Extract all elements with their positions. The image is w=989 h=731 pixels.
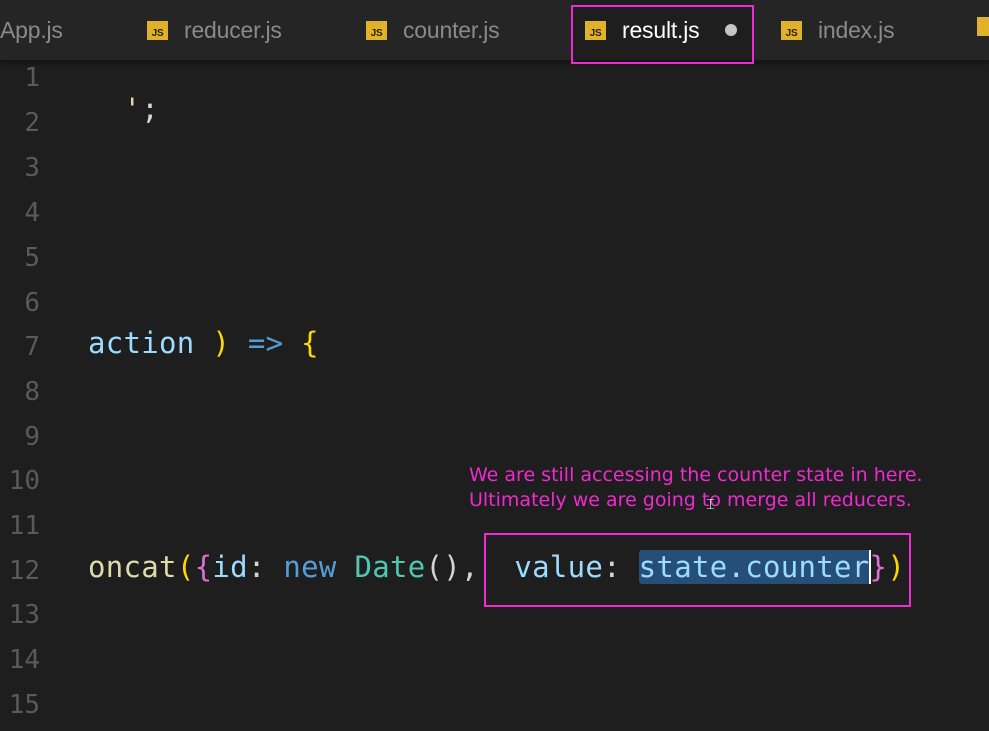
tab-index-js[interactable]: JS index.js xyxy=(781,0,895,60)
annotation-line: Ultimately we are going to merge all red… xyxy=(469,489,912,511)
line-number: 13 xyxy=(8,600,40,630)
line-number: 6 xyxy=(24,288,40,318)
tab-highlight-box xyxy=(571,5,754,64)
line-number: 15 xyxy=(8,690,40,720)
tab-reducer-js[interactable]: JS reducer.js xyxy=(147,0,282,60)
line-number: 3 xyxy=(24,153,40,183)
code-token: ; xyxy=(141,92,160,126)
code-token: => xyxy=(247,326,284,360)
editor-tab-bar: App.js JS reducer.js JS counter.js JS re… xyxy=(0,0,989,60)
js-file-icon: JS xyxy=(781,20,802,40)
js-file-icon[interactable] xyxy=(977,17,989,36)
code-token: : xyxy=(247,550,266,584)
line-number: 8 xyxy=(24,377,40,407)
annotation-note: We are still accessing the counter state… xyxy=(469,463,923,513)
code-token: { xyxy=(194,550,213,584)
tab-label: reducer.js xyxy=(184,16,282,43)
code-token: { xyxy=(301,326,319,360)
tab-counter-js[interactable]: JS counter.js xyxy=(366,0,500,60)
line-number: 4 xyxy=(24,198,40,228)
js-file-icon: JS xyxy=(366,20,387,40)
code-token: action xyxy=(88,326,195,360)
tab-label: App.js xyxy=(0,16,63,43)
code-token: () xyxy=(425,550,462,584)
mouse-cursor-icon: ⌶ xyxy=(706,495,716,513)
line-number: 2 xyxy=(24,108,40,138)
line-number: 14 xyxy=(8,645,40,675)
code-token: new xyxy=(283,550,337,584)
code-highlight-box xyxy=(484,533,911,607)
tab-app-js[interactable]: App.js xyxy=(0,0,63,60)
code-token: oncat xyxy=(88,550,177,584)
code-token: ( xyxy=(176,550,195,584)
tab-label: counter.js xyxy=(403,16,500,43)
code-line-1[interactable]: '; xyxy=(88,58,159,126)
js-file-icon: JS xyxy=(147,20,168,40)
tab-label: index.js xyxy=(818,16,895,43)
code-token: , xyxy=(461,550,479,584)
code-token: ' xyxy=(123,92,142,126)
line-number: 11 xyxy=(8,511,40,541)
line-number: 10 xyxy=(8,466,40,496)
line-number: 5 xyxy=(24,243,40,273)
annotation-line: We are still accessing the counter state… xyxy=(469,464,923,486)
line-number: 9 xyxy=(24,422,40,452)
code-token: Date xyxy=(354,550,426,584)
code-token: id xyxy=(212,550,248,584)
code-token: ) xyxy=(212,326,231,360)
line-number: 12 xyxy=(8,556,40,586)
code-line-7[interactable]: action ) => { xyxy=(88,326,319,360)
line-number: 7 xyxy=(24,332,40,362)
line-number: 1 xyxy=(24,63,40,93)
